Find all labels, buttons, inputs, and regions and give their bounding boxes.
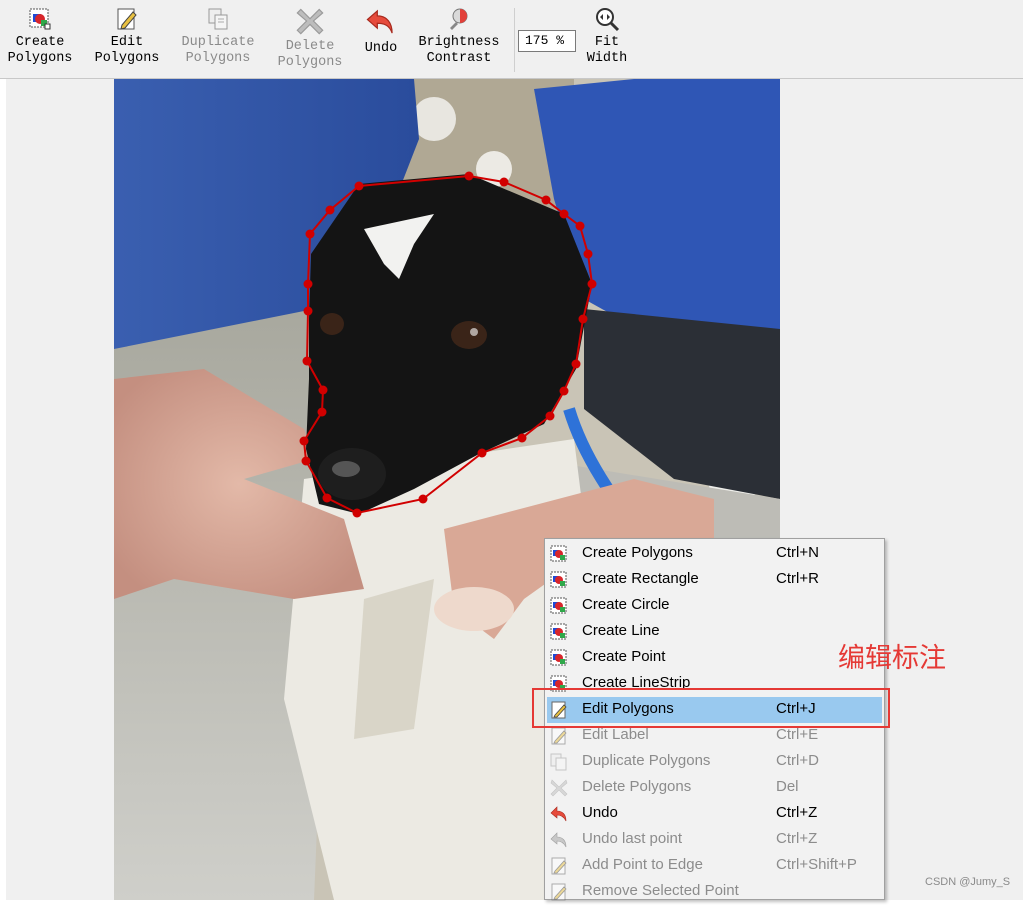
create-polygon-icon xyxy=(550,649,567,666)
menu-item-label: Create Line xyxy=(582,622,660,639)
edit-polygons-button[interactable]: Edit Polygons xyxy=(93,6,161,76)
fit-width-button[interactable]: Fit Width xyxy=(583,6,631,76)
menu-item-create-circle[interactable]: Create Circle xyxy=(547,593,882,619)
menu-item-shortcut: Ctrl+Z xyxy=(776,830,818,847)
toolbar-separator xyxy=(514,8,515,72)
edit-icon xyxy=(117,8,137,30)
delete-icon xyxy=(296,8,324,35)
menu-item-label: Create Polygons xyxy=(582,544,693,561)
create-polygon-icon xyxy=(550,545,567,562)
highlight-box xyxy=(532,688,890,728)
menu-item-shortcut: Ctrl+D xyxy=(776,752,819,769)
menu-item-label: Create Rectangle xyxy=(582,570,699,587)
menu-item-label: Remove Selected Point xyxy=(582,882,739,899)
fit-width-label: Fit Width xyxy=(586,35,628,66)
create-polygon-icon xyxy=(550,597,567,614)
duplicate-polygons-button[interactable]: Duplicate Polygons xyxy=(178,6,258,76)
menu-item-duplicate-polygons[interactable]: Duplicate Polygons Ctrl+D xyxy=(547,749,882,775)
toolbar: Create Polygons Edit Polygons Duplicate … xyxy=(0,0,1023,79)
undo-button[interactable]: Undo xyxy=(356,6,406,76)
undo-icon xyxy=(550,806,567,822)
delete-icon xyxy=(550,779,568,797)
undo-icon xyxy=(366,9,393,34)
watermark: CSDN @Jumy_S xyxy=(925,876,1011,888)
menu-item-label: Undo last point xyxy=(582,830,683,847)
menu-item-label: Create Point xyxy=(582,648,666,665)
menu-item-label: Undo xyxy=(582,804,618,821)
edit-icon xyxy=(551,857,567,875)
menu-item-remove-selected-point[interactable]: Remove Selected Point xyxy=(547,879,882,905)
undo-label: Undo xyxy=(364,41,398,56)
menu-item-create-polygons[interactable]: Create Polygons Ctrl+N xyxy=(547,541,882,567)
brightness-contrast-button[interactable]: Brightness Contrast xyxy=(416,6,502,76)
menu-item-shortcut: Ctrl+Z xyxy=(776,804,818,821)
fit-width-icon xyxy=(596,8,620,32)
create-polygon-icon xyxy=(550,571,567,588)
menu-item-shortcut: Ctrl+R xyxy=(776,570,819,587)
menu-item-create-rectangle[interactable]: Create Rectangle Ctrl+R xyxy=(547,567,882,593)
duplicate-icon xyxy=(208,8,228,30)
menu-item-label: Edit Label xyxy=(582,726,649,743)
menu-item-label: Delete Polygons xyxy=(582,778,692,795)
menu-item-shortcut: Ctrl+N xyxy=(776,544,819,561)
create-polygons-button[interactable]: Create Polygons xyxy=(6,6,74,76)
duplicate-polygons-label: Duplicate Polygons xyxy=(181,35,255,66)
edit-icon xyxy=(551,883,567,901)
brightness-contrast-icon xyxy=(450,8,468,30)
menu-item-delete-polygons[interactable]: Delete Polygons Del xyxy=(547,775,882,801)
delete-polygons-label: Delete Polygons xyxy=(277,39,343,70)
create-polygon-icon xyxy=(29,8,51,30)
annotation-label: 编辑标注 xyxy=(838,643,946,674)
create-polygons-label: Create Polygons xyxy=(7,35,73,66)
brightness-contrast-label: Brightness Contrast xyxy=(418,35,500,66)
delete-polygons-button[interactable]: Delete Polygons xyxy=(274,6,346,76)
menu-item-undo[interactable]: Undo Ctrl+Z xyxy=(547,801,882,827)
menu-item-shortcut: Del xyxy=(776,778,799,795)
undo-icon xyxy=(550,832,567,848)
menu-item-shortcut: Ctrl+E xyxy=(776,726,819,743)
menu-item-label: Duplicate Polygons xyxy=(582,752,711,769)
menu-item-undo-last-point[interactable]: Undo last point Ctrl+Z xyxy=(547,827,882,853)
menu-item-create-point[interactable]: Create Point xyxy=(547,645,882,671)
zoom-input[interactable]: 175 % xyxy=(518,30,576,52)
edit-polygons-label: Edit Polygons xyxy=(94,35,160,66)
create-polygon-icon xyxy=(550,623,567,640)
edit-icon xyxy=(551,727,567,745)
menu-item-label: Add Point to Edge xyxy=(582,856,703,873)
duplicate-icon xyxy=(550,753,567,771)
menu-item-label: Create Circle xyxy=(582,596,670,613)
menu-item-create-line[interactable]: Create Line xyxy=(547,619,882,645)
menu-item-shortcut: Ctrl+Shift+P xyxy=(776,856,857,873)
menu-item-add-point-to-edge[interactable]: Add Point to Edge Ctrl+Shift+P xyxy=(547,853,882,879)
